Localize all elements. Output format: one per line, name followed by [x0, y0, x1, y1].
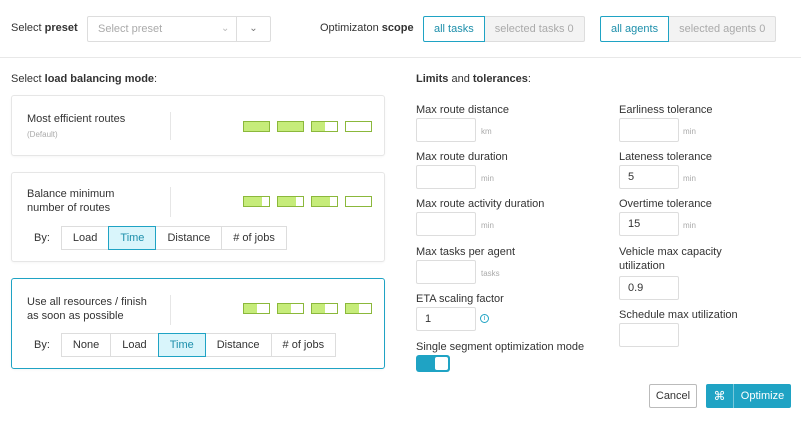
level-bar-fill	[312, 122, 325, 131]
unit-label: min	[683, 174, 696, 183]
level-bar-fill	[278, 304, 291, 313]
mode-title: Most efficient routes	[27, 113, 126, 125]
earliness-tolerance-label: Earliness tolerance	[619, 104, 713, 116]
by-option-distance[interactable]: Distance	[204, 333, 272, 357]
unit-label: km	[481, 127, 492, 136]
by-option-load[interactable]: Load	[110, 333, 159, 357]
chevron-down-icon: ⌄	[249, 23, 258, 34]
divider	[0, 57, 801, 58]
selected-agents-option[interactable]: selected agents 0	[669, 16, 777, 42]
lateness-tolerance-label: Lateness tolerance	[619, 151, 712, 163]
limits-heading: Limits and tolerances:	[416, 73, 531, 85]
level-bar	[243, 196, 270, 207]
mode-title: Use all resources / finish as soon as pos…	[27, 296, 147, 322]
schedule-max-label: Schedule max utilization	[619, 309, 738, 321]
toggle-knob	[435, 357, 448, 370]
level-bar	[277, 121, 304, 132]
level-bar-fill	[278, 122, 303, 131]
mode-card-balance-minimum[interactable]: Balance minimum number of routes By: Load T…	[11, 172, 385, 262]
optimize-button[interactable]: ⌘ Optimize	[706, 384, 791, 408]
single-segment-toggle[interactable]	[416, 355, 450, 372]
level-bar	[345, 303, 372, 314]
unit-label: min	[683, 221, 696, 230]
level-bar-fill	[312, 304, 325, 313]
level-bars	[243, 196, 372, 207]
mode-subtitle: (Default)	[27, 130, 58, 139]
preset-placeholder: Select preset	[98, 23, 163, 35]
vehicle-capacity-input[interactable]: 0.9	[619, 276, 679, 300]
level-bar	[311, 196, 338, 207]
level-bar-fill	[244, 304, 257, 313]
level-bar	[243, 121, 270, 132]
card-divider	[170, 187, 171, 217]
selected-tasks-option[interactable]: selected tasks 0	[484, 16, 585, 42]
level-bars	[243, 121, 372, 132]
overtime-tolerance-input[interactable]: 15	[619, 212, 679, 236]
scope-agents-toggle: all agents selected agents 0	[600, 16, 777, 42]
max-route-duration-label: Max route duration	[416, 151, 508, 163]
scope-label: Optimizaton scope	[320, 22, 414, 34]
level-bar	[243, 303, 270, 314]
by-selector: By: Load Time Distance # of jobs	[34, 226, 287, 250]
max-route-duration-input[interactable]	[416, 165, 476, 189]
card-divider	[170, 112, 171, 140]
mode-card-use-all-resources[interactable]: Use all resources / finish as soon as pos…	[11, 278, 385, 369]
all-tasks-option[interactable]: all tasks	[423, 16, 485, 42]
preset-select[interactable]: Select preset ⌄ ⌄	[87, 16, 271, 42]
single-segment-label: Single segment optimization mode	[416, 341, 585, 353]
mode-card-most-efficient[interactable]: Most efficient routes (Default)	[11, 95, 385, 156]
level-bar	[345, 196, 372, 207]
level-bar	[277, 196, 304, 207]
level-bar-fill	[312, 197, 330, 206]
vehicle-capacity-label: Vehicle max capacity utilization	[619, 246, 722, 272]
eta-scaling-factor-input[interactable]: 1	[416, 307, 476, 331]
preset-label: Select preset	[11, 22, 78, 34]
level-bar-fill	[244, 122, 269, 131]
level-bar	[277, 303, 304, 314]
overtime-tolerance-label: Overtime tolerance	[619, 198, 712, 210]
card-divider	[170, 295, 171, 325]
eta-scaling-factor-label: ETA scaling factor	[416, 293, 504, 305]
by-option-none[interactable]: None	[60, 333, 112, 357]
info-icon[interactable]: i	[480, 314, 489, 323]
by-option-time[interactable]: Time	[108, 226, 157, 250]
level-bar-fill	[244, 197, 262, 206]
by-label: By:	[34, 339, 50, 351]
unit-label: min	[481, 174, 494, 183]
by-option-load[interactable]: Load	[60, 226, 110, 250]
level-bar	[345, 121, 372, 132]
by-selector: By: None Load Time Distance # of jobs	[34, 333, 337, 357]
max-route-distance-label: Max route distance	[416, 104, 509, 116]
preset-dropdown-button[interactable]: ⌄	[236, 17, 270, 41]
max-tasks-per-agent-input[interactable]	[416, 260, 476, 284]
optimize-label: Optimize	[740, 390, 785, 402]
schedule-max-input[interactable]	[619, 323, 679, 347]
level-bar-fill	[278, 197, 296, 206]
all-agents-option[interactable]: all agents	[600, 16, 670, 42]
max-route-activity-duration-label: Max route activity duration	[416, 198, 545, 210]
scope-tasks-toggle: all tasks selected tasks 0	[423, 16, 585, 42]
lateness-tolerance-input[interactable]: 5	[619, 165, 679, 189]
earliness-tolerance-input[interactable]	[619, 118, 679, 142]
optimize-icon: ⌘	[706, 384, 734, 408]
cancel-button[interactable]: Cancel	[649, 384, 697, 408]
max-route-activity-duration-input[interactable]	[416, 212, 476, 236]
mode-title: Balance minimum number of routes	[27, 188, 115, 214]
unit-label: min	[683, 127, 696, 136]
unit-label: min	[481, 221, 494, 230]
level-bar	[311, 121, 338, 132]
by-label: By:	[34, 232, 50, 244]
max-tasks-per-agent-label: Max tasks per agent	[416, 246, 516, 258]
level-bars	[243, 303, 372, 314]
by-option-distance[interactable]: Distance	[155, 226, 223, 250]
by-option-time[interactable]: Time	[157, 333, 206, 357]
unit-label: tasks	[481, 269, 500, 278]
chevron-down-icon: ⌄	[221, 23, 230, 34]
mode-heading: Select load balancing mode:	[11, 73, 158, 85]
by-option-of-jobs[interactable]: # of jobs	[270, 333, 337, 357]
level-bar-fill	[346, 304, 359, 313]
by-option-of-jobs[interactable]: # of jobs	[221, 226, 287, 250]
max-route-distance-input[interactable]	[416, 118, 476, 142]
level-bar	[311, 303, 338, 314]
